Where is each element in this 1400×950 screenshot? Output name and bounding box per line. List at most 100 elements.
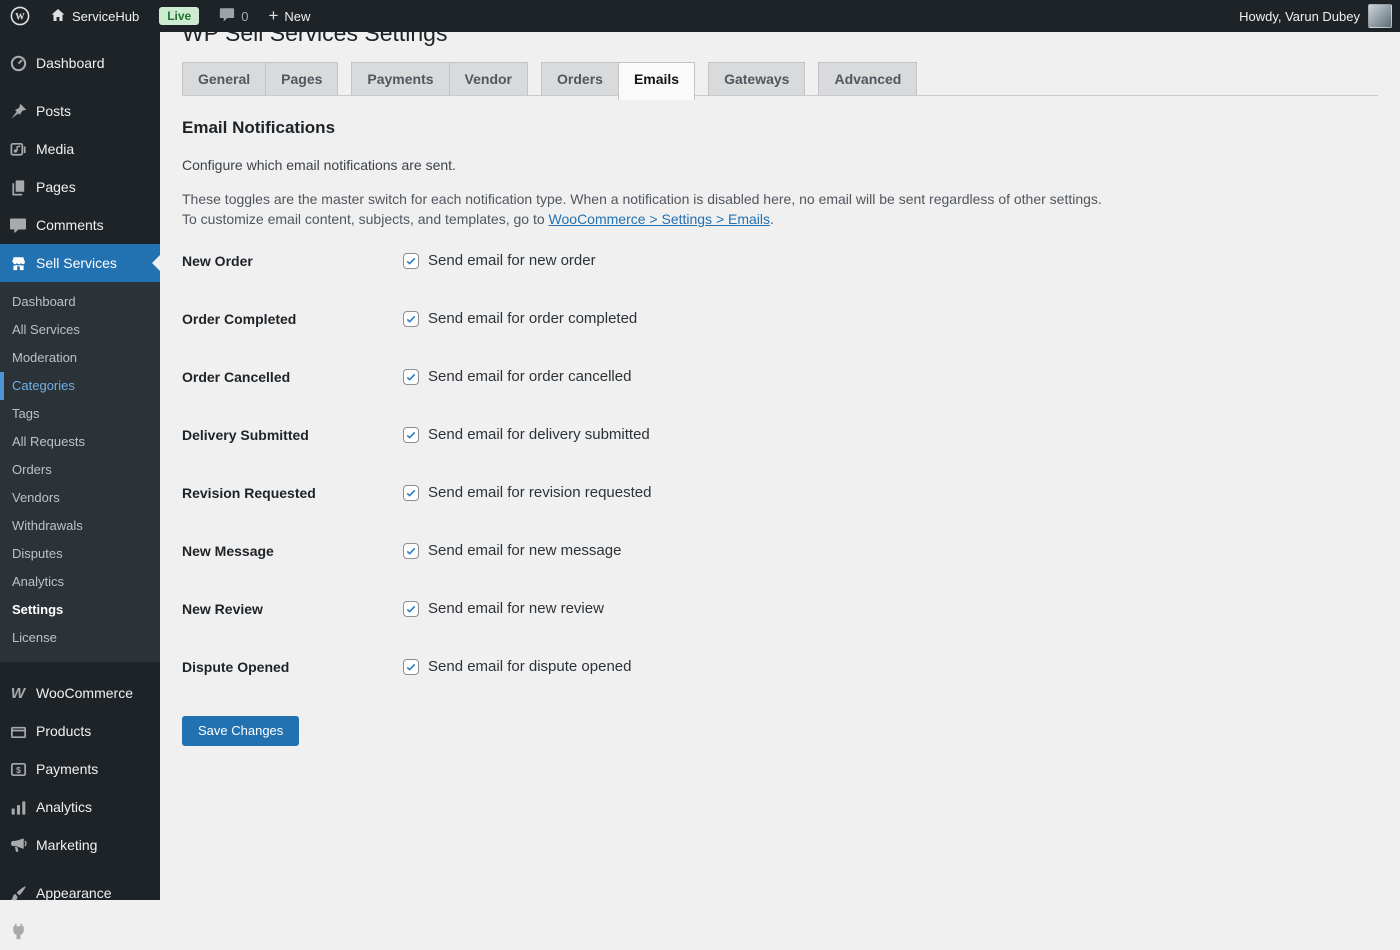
sidebar-item-label: Dashboard (36, 55, 105, 71)
checkbox-checked[interactable] (403, 253, 419, 269)
submenu-item-disputes[interactable]: Disputes (0, 540, 160, 568)
setting-label: New Review (182, 600, 403, 618)
comment-count: 0 (241, 9, 248, 24)
save-changes-button[interactable]: Save Changes (182, 716, 299, 746)
setting-row-new-review: New Review Send email for new review (182, 600, 1378, 618)
site-name-menu[interactable]: ServiceHub (40, 0, 149, 32)
plugin-icon (8, 921, 28, 941)
checkbox-checked[interactable] (403, 543, 419, 559)
checkbox-label: Send email for order completed (428, 310, 637, 328)
wordpress-logo-menu[interactable]: W (0, 0, 40, 32)
submenu-item-moderation[interactable]: Moderation (0, 344, 160, 372)
sidebar-item-payments[interactable]: $ Payments (0, 750, 160, 788)
checkbox-field[interactable]: Send email for order completed (403, 310, 637, 328)
tab-advanced[interactable]: Advanced (818, 62, 917, 95)
checkbox-label: Send email for new message (428, 542, 621, 560)
menu-separator (0, 82, 160, 92)
tab-pages[interactable]: Pages (265, 62, 338, 95)
tab-orders[interactable]: Orders (541, 62, 619, 95)
submenu-item-all-requests[interactable]: All Requests (0, 428, 160, 456)
checkbox-checked[interactable] (403, 659, 419, 675)
payments-icon: $ (8, 759, 28, 779)
checkbox-label: Send email for revision requested (428, 484, 651, 502)
sidebar-item-marketing[interactable]: Marketing (0, 826, 160, 864)
setting-label: New Order (182, 252, 403, 270)
checkbox-field[interactable]: Send email for new message (403, 542, 621, 560)
user-avatar[interactable] (1368, 4, 1392, 28)
checkbox-label: Send email for new review (428, 600, 604, 618)
checkbox-checked[interactable] (403, 601, 419, 617)
submenu-item-orders[interactable]: Orders (0, 456, 160, 484)
setting-label: Order Completed (182, 310, 403, 328)
plus-icon: + (268, 7, 278, 24)
checkbox-checked[interactable] (403, 311, 419, 327)
submenu-item-all-services[interactable]: All Services (0, 316, 160, 344)
dashboard-gauge-icon (8, 53, 28, 73)
tab-vendor[interactable]: Vendor (449, 62, 528, 95)
submenu-item-withdrawals[interactable]: Withdrawals (0, 512, 160, 540)
checkbox-field[interactable]: Send email for new review (403, 600, 604, 618)
media-icon (8, 139, 28, 159)
checkbox-checked[interactable] (403, 427, 419, 443)
site-name: ServiceHub (72, 9, 139, 24)
checkbox-field[interactable]: Send email for order cancelled (403, 368, 631, 386)
tab-gateways[interactable]: Gateways (708, 62, 805, 95)
sidebar-item-comments[interactable]: Comments (0, 206, 160, 244)
svg-text:$: $ (16, 764, 21, 774)
comments-menu[interactable]: 0 (209, 0, 258, 32)
sidebar-item-appearance[interactable]: Appearance (0, 874, 160, 912)
tab-group: General Pages (182, 62, 338, 95)
admin-bar-left: W ServiceHub Live 0 + New (0, 0, 320, 32)
tab-group: Orders Emails (541, 62, 695, 95)
description-line2: To customize email content, subjects, an… (182, 211, 549, 227)
new-label: New (284, 9, 310, 24)
pages-icon (8, 177, 28, 197)
sidebar-item-media[interactable]: Media (0, 130, 160, 168)
setting-row-delivery-submitted: Delivery Submitted Send email for delive… (182, 426, 1378, 444)
checkbox-label: Send email for order cancelled (428, 368, 631, 386)
home-icon (50, 7, 66, 26)
sidebar-item-label: WooCommerce (36, 685, 133, 701)
setting-row-new-message: New Message Send email for new message (182, 542, 1378, 560)
section-subtitle: Configure which email notifications are … (182, 157, 1378, 173)
sidebar-item-analytics[interactable]: Analytics (0, 788, 160, 826)
environment-badge-item[interactable]: Live (149, 0, 209, 32)
comments-icon (8, 215, 28, 235)
howdy-account-link[interactable]: Howdy, Varun Dubey (1239, 9, 1360, 24)
sidebar-item-dashboard[interactable]: Dashboard (0, 44, 160, 82)
sidebar-item-label: Comments (36, 217, 104, 233)
checkbox-label: Send email for new order (428, 252, 596, 270)
checkbox-label: Send email for dispute opened (428, 658, 631, 676)
sidebar-item-products[interactable]: Products (0, 712, 160, 750)
submenu-item-tags[interactable]: Tags (0, 400, 160, 428)
comment-bubble-icon (219, 7, 235, 25)
checkbox-label: Send email for delivery submitted (428, 426, 650, 444)
checkbox-field[interactable]: Send email for dispute opened (403, 658, 631, 676)
sidebar-item-label: Analytics (36, 799, 92, 815)
submenu-item-settings[interactable]: Settings (0, 596, 160, 624)
woocommerce-settings-emails-link[interactable]: WooCommerce > Settings > Emails (549, 211, 771, 227)
menu-separator (0, 662, 160, 674)
sidebar-item-pages[interactable]: Pages (0, 168, 160, 206)
tab-general[interactable]: General (182, 62, 266, 95)
tab-emails[interactable]: Emails (618, 62, 695, 100)
menu-separator (0, 864, 160, 874)
checkbox-field[interactable]: Send email for delivery submitted (403, 426, 650, 444)
bar-chart-icon (8, 797, 28, 817)
checkbox-checked[interactable] (403, 485, 419, 501)
submenu-item-license[interactable]: License (0, 624, 160, 652)
checkbox-field[interactable]: Send email for new order (403, 252, 596, 270)
setting-label: Order Cancelled (182, 368, 403, 386)
sidebar-item-posts[interactable]: Posts (0, 92, 160, 130)
checkbox-checked[interactable] (403, 369, 419, 385)
submenu-item-categories[interactable]: Categories (0, 372, 160, 400)
submenu-item-dashboard[interactable]: Dashboard (0, 288, 160, 316)
sidebar-item-sell-services[interactable]: Sell Services (0, 244, 160, 282)
tab-payments[interactable]: Payments (351, 62, 449, 95)
new-content-menu[interactable]: + New (258, 0, 320, 32)
checkbox-field[interactable]: Send email for revision requested (403, 484, 651, 502)
sidebar-item-woocommerce[interactable]: W WooCommerce (0, 674, 160, 712)
submenu-item-vendors[interactable]: Vendors (0, 484, 160, 512)
sidebar-item-plugins[interactable]: Plugins (0, 912, 160, 950)
submenu-item-analytics[interactable]: Analytics (0, 568, 160, 596)
